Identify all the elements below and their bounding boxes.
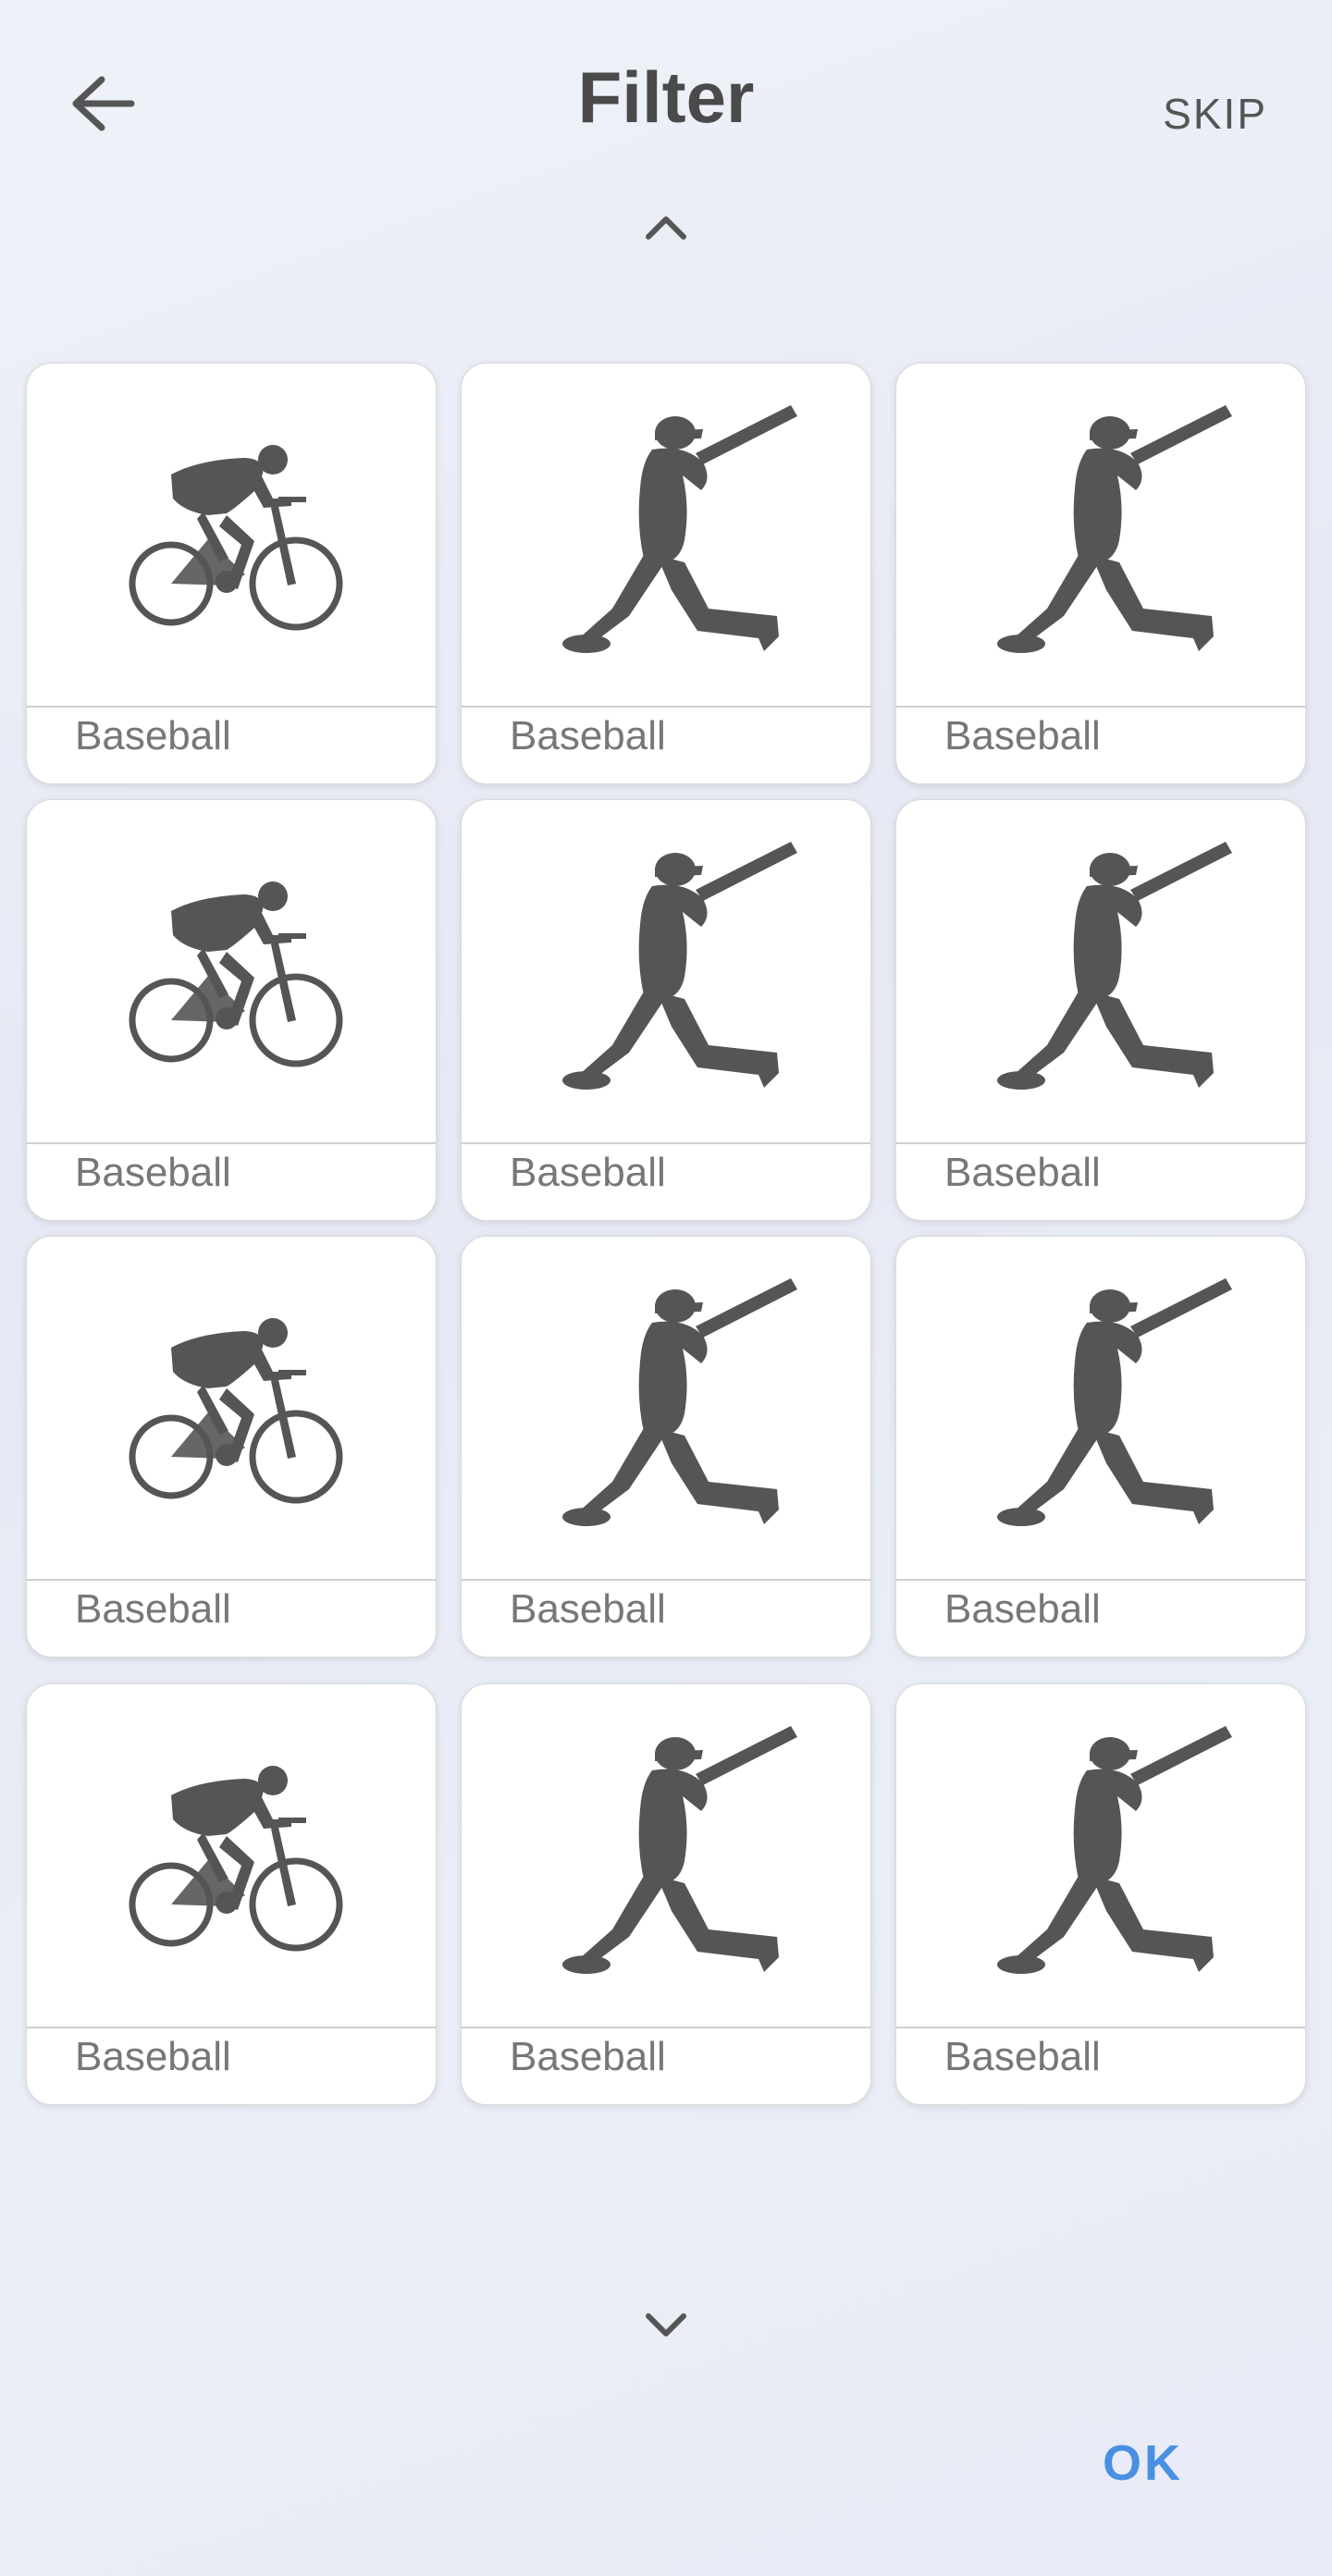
sport-card-label: Baseball	[944, 1586, 1101, 1632]
sport-card-label: Baseball	[510, 1150, 666, 1195]
sport-card-image	[462, 1237, 870, 1581]
sport-card-image	[896, 364, 1305, 708]
sport-card[interactable]: Baseball	[26, 363, 437, 784]
baseball-batter-icon	[997, 1278, 1232, 1526]
baseball-batter-icon	[562, 1726, 797, 1974]
sport-card[interactable]: Baseball	[26, 1683, 437, 2105]
baseball-batter-icon	[997, 842, 1232, 1090]
baseball-batter-icon	[997, 405, 1232, 653]
scroll-down-button[interactable]	[638, 2311, 694, 2348]
sport-card-image	[896, 1684, 1305, 2028]
scroll-up-button[interactable]	[638, 211, 694, 248]
sport-card-label: Baseball	[510, 713, 666, 758]
header: Filter SKIP	[0, 0, 1332, 203]
sport-card-image	[462, 364, 870, 708]
sport-card-label: Baseball	[75, 2034, 231, 2079]
chevron-up-icon	[646, 216, 686, 240]
skip-button[interactable]: SKIP	[1163, 89, 1267, 139]
sport-card-image	[896, 800, 1305, 1144]
sport-card[interactable]: Baseball	[26, 799, 437, 1221]
page-title: Filter	[577, 56, 755, 138]
sport-card-image	[462, 800, 870, 1144]
sport-card[interactable]: Baseball	[461, 1236, 871, 1658]
sport-card-label: Baseball	[510, 2034, 666, 2079]
sport-card[interactable]: Baseball	[895, 1683, 1306, 2105]
sport-card[interactable]: Baseball	[895, 363, 1306, 784]
cyclist-icon	[129, 1766, 343, 1952]
sport-card[interactable]: Baseball	[895, 799, 1306, 1221]
sport-card-label: Baseball	[75, 1150, 231, 1195]
cyclist-icon	[129, 1318, 343, 1504]
sport-card-label: Baseball	[75, 713, 231, 758]
sport-card[interactable]: Baseball	[26, 1236, 437, 1658]
sport-card[interactable]: Baseball	[461, 363, 871, 784]
sport-card[interactable]: Baseball	[895, 1236, 1306, 1658]
sport-card-label: Baseball	[510, 1586, 666, 1632]
ok-button[interactable]: OK	[1103, 2434, 1183, 2492]
sport-card-image	[896, 1237, 1305, 1581]
baseball-batter-icon	[562, 405, 797, 653]
sport-card-label: Baseball	[944, 713, 1101, 758]
cyclist-icon	[129, 881, 343, 1067]
sport-card-image	[27, 1684, 436, 2028]
cyclist-icon	[129, 445, 343, 631]
baseball-batter-icon	[562, 1278, 797, 1526]
sport-card-image	[27, 364, 436, 708]
sport-card[interactable]: Baseball	[461, 1683, 871, 2105]
sport-card-label: Baseball	[75, 1586, 231, 1632]
sport-card-image	[27, 800, 436, 1144]
sport-card[interactable]: Baseball	[461, 799, 871, 1221]
baseball-batter-icon	[997, 1726, 1232, 1974]
sport-card-image	[27, 1237, 436, 1581]
sport-card-image	[462, 1684, 870, 2028]
sport-card-label: Baseball	[944, 1150, 1101, 1195]
chevron-down-icon	[646, 2313, 686, 2336]
baseball-batter-icon	[562, 842, 797, 1090]
sport-card-label: Baseball	[944, 2034, 1101, 2079]
